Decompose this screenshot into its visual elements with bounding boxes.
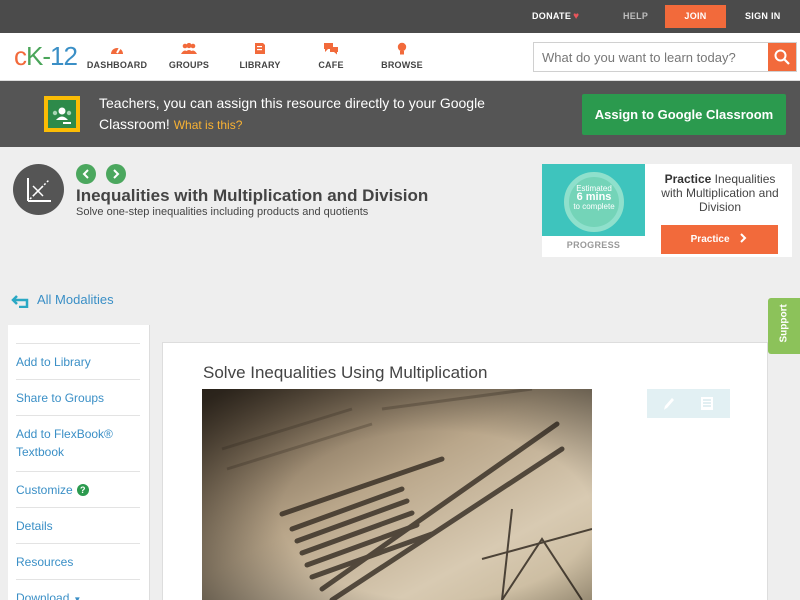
practice-button[interactable]: Practice [661, 225, 778, 254]
chevron-right-icon [740, 233, 747, 243]
assign-google-classroom-button[interactable]: Assign to Google Classroom [582, 94, 786, 135]
donate-link[interactable]: DONATE ♥ [532, 11, 579, 22]
chevron-right-icon [113, 169, 120, 179]
dashboard-icon [111, 47, 123, 54]
support-tab[interactable]: Support [768, 298, 800, 354]
all-modalities-link[interactable]: All Modalities [11, 292, 114, 308]
resources-link[interactable]: Resources [16, 543, 140, 571]
nav-browse[interactable]: BROWSE [367, 42, 437, 70]
download-link[interactable]: Download ▼ [16, 579, 140, 600]
nav-groups[interactable]: GROUPS [154, 42, 224, 70]
notes-icon[interactable] [700, 396, 714, 411]
what-is-this-link[interactable]: What is this? [174, 118, 243, 132]
add-to-flexbook-link[interactable]: Add to FlexBook® Textbook [16, 415, 140, 461]
classroom-banner-text: Teachers, you can assign this resource d… [99, 95, 485, 132]
donate-label: DONATE [532, 11, 572, 21]
progress-label: PROGRESS [566, 240, 621, 250]
share-to-groups-link[interactable]: Share to Groups [16, 379, 140, 407]
graph-icon [13, 164, 64, 215]
search-button[interactable] [768, 43, 796, 71]
pencil-icon[interactable] [662, 396, 676, 411]
search-icon [774, 49, 790, 65]
concept-subtitle: Solve one-step inequalities including pr… [76, 206, 369, 218]
nav-dashboard[interactable]: DASHBOARD [82, 42, 152, 70]
estimated-time-badge: Estimated 6 mins to complete [542, 164, 645, 236]
practice-card: Estimated 6 mins to complete PROGRESS Pr… [542, 164, 792, 257]
top-bar: DONATE ♥ HELP JOIN SIGN IN [0, 0, 800, 33]
chevron-left-icon [82, 169, 89, 179]
nav-library[interactable]: LIBRARY [225, 42, 295, 70]
help-icon[interactable]: ? [76, 484, 89, 496]
main-nav: cK-12 DASHBOARD GROUPS LIBRARY CAFE BROW… [0, 33, 800, 81]
cafe-icon [324, 43, 338, 55]
next-concept-button[interactable] [106, 164, 126, 184]
previous-concept-button[interactable] [76, 164, 96, 184]
inequality-worksheet-photo [202, 389, 592, 600]
to-complete-label: to complete [573, 202, 615, 211]
chevron-down-icon: ▼ [73, 595, 82, 600]
nav-cafe[interactable]: CAFE [296, 42, 366, 70]
ck12-logo[interactable]: cK-12 [14, 41, 78, 72]
join-button[interactable]: JOIN [665, 5, 726, 28]
browse-icon [397, 42, 407, 55]
content-tools [647, 389, 730, 418]
search-input[interactable] [534, 43, 768, 71]
google-classroom-icon [44, 96, 80, 132]
groups-icon [181, 42, 197, 54]
concept-title: Inequalities with Multiplication and Div… [76, 186, 429, 205]
action-sidebar: Add to Library Share to Groups Add to Fl… [8, 325, 150, 600]
classroom-banner: Teachers, you can assign this resource d… [0, 81, 800, 147]
customize-link[interactable]: Customize? [16, 471, 140, 499]
signin-link[interactable]: SIGN IN [745, 11, 781, 21]
help-link[interactable]: HELP [623, 11, 648, 21]
add-to-library-link[interactable]: Add to Library [16, 343, 140, 371]
practice-heading: Practice Inequalities with Multiplicatio… [661, 172, 779, 214]
details-link[interactable]: Details [16, 507, 140, 535]
content-title: Solve Inequalities Using Multiplication [203, 363, 488, 382]
heart-icon: ♥ [573, 11, 580, 22]
search-box [533, 42, 797, 72]
back-arrow-icon [11, 294, 29, 308]
library-icon [255, 43, 265, 54]
